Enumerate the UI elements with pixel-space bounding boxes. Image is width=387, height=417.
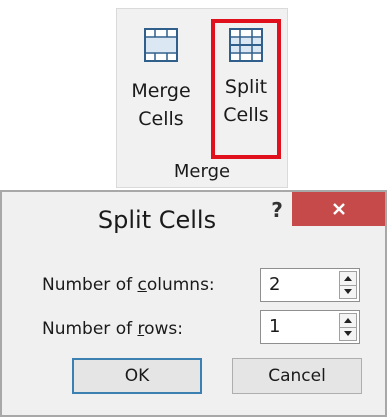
split-cells-label: Split Cells xyxy=(223,76,269,126)
columns-label: Number of columns: xyxy=(42,275,215,295)
ribbon-merge-group: Merge Cells Split Cells Merge xyxy=(116,8,288,188)
merge-cells-label: Merge Cells xyxy=(131,80,191,130)
cancel-button[interactable]: Cancel xyxy=(232,358,362,394)
close-icon xyxy=(332,203,345,215)
columns-spin-up-button[interactable] xyxy=(340,272,356,286)
columns-spinner[interactable]: 2 xyxy=(260,268,360,302)
columns-value[interactable]: 2 xyxy=(269,274,280,296)
group-label: Merge xyxy=(173,161,231,182)
split-cells-button[interactable]: Split Cells xyxy=(211,19,281,159)
columns-spin-arrows xyxy=(339,271,357,299)
rows-spin-down-button[interactable] xyxy=(340,327,356,340)
rows-spin-arrows xyxy=(339,313,357,341)
close-button[interactable] xyxy=(292,192,385,226)
merge-cells-icon xyxy=(144,28,178,62)
rows-value[interactable]: 1 xyxy=(269,316,280,338)
spin-down-icon xyxy=(344,289,352,294)
split-cells-dialog: Split Cells ? Number of columns: 2 Numbe… xyxy=(0,190,387,417)
spin-up-icon xyxy=(344,276,352,281)
merge-cells-button[interactable]: Merge Cells xyxy=(123,19,199,159)
rows-spinner[interactable]: 1 xyxy=(260,310,360,344)
split-cells-icon xyxy=(229,28,263,62)
help-button[interactable]: ? xyxy=(266,198,288,222)
spin-up-icon xyxy=(344,318,352,323)
rows-spin-up-button[interactable] xyxy=(340,314,356,328)
columns-spin-down-button[interactable] xyxy=(340,285,356,298)
ok-button[interactable]: OK xyxy=(72,358,202,394)
rows-label: Number of rows: xyxy=(42,319,183,339)
spin-down-icon xyxy=(344,331,352,336)
